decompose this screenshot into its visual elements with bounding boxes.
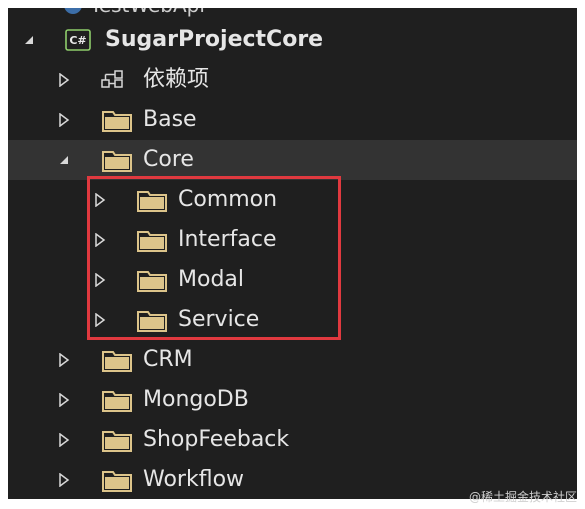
folder-icon [102, 428, 132, 452]
watermark: @稀土掘金技术社区 [468, 490, 577, 504]
collapse-arrow-icon[interactable] [19, 30, 39, 50]
tree-item-folder-core[interactable]: Core [8, 140, 577, 180]
folder-icon [137, 228, 167, 252]
tree-item-folder-base[interactable]: Base [8, 100, 577, 140]
dependencies-label: 依赖项 [143, 67, 210, 92]
web-project-icon [64, 8, 82, 14]
expand-arrow-icon[interactable] [90, 190, 110, 210]
expand-arrow-icon[interactable] [54, 430, 74, 450]
expand-arrow-icon[interactable] [54, 110, 74, 130]
folder-icon [137, 308, 167, 332]
folder-label: Workflow [143, 467, 245, 492]
expand-arrow-icon[interactable] [54, 470, 74, 490]
tree-item-folder-interface[interactable]: Interface [8, 220, 577, 260]
expand-arrow-icon[interactable] [54, 350, 74, 370]
solution-explorer-tree: TestWebApi C# SugarProjectCore [8, 8, 577, 499]
folder-label: Service [178, 307, 260, 332]
folder-label: MongoDB [143, 387, 249, 412]
tree-item-folder-shopfeeback[interactable]: ShopFeeback [8, 420, 577, 460]
tree-item-partial[interactable]: TestWebApi [64, 8, 205, 16]
folder-label: Interface [178, 227, 277, 252]
folder-label: Base [143, 107, 197, 132]
expand-arrow-icon[interactable] [90, 310, 110, 330]
expand-arrow-icon[interactable] [54, 70, 74, 90]
tree-item-dependencies[interactable]: 依赖项 [8, 60, 577, 100]
tree-item-project[interactable]: C# SugarProjectCore [8, 20, 577, 60]
tree-item-folder-mongodb[interactable]: MongoDB [8, 380, 577, 420]
folder-icon [137, 268, 167, 292]
folder-label: CRM [143, 347, 193, 372]
folder-icon [137, 188, 167, 212]
collapse-arrow-icon[interactable] [54, 150, 74, 170]
dependencies-icon [100, 69, 128, 91]
folder-icon [102, 468, 132, 492]
tree-item-label: TestWebApi [90, 8, 205, 16]
folder-icon [102, 108, 132, 132]
folder-label: ShopFeeback [143, 427, 290, 452]
folder-label: Modal [178, 267, 244, 292]
tree-item-folder-modal[interactable]: Modal [8, 260, 577, 300]
expand-arrow-icon[interactable] [90, 230, 110, 250]
expand-arrow-icon[interactable] [54, 390, 74, 410]
csharp-project-icon: C# [65, 29, 91, 51]
folder-icon [102, 148, 132, 172]
folder-label: Common [178, 187, 278, 212]
folder-icon [102, 388, 132, 412]
expand-arrow-icon[interactable] [90, 270, 110, 290]
tree-item-folder-common[interactable]: Common [8, 180, 577, 220]
tree-item-folder-service[interactable]: Service [8, 300, 577, 340]
folder-label: Core [143, 147, 194, 172]
project-label: SugarProjectCore [105, 27, 324, 52]
project-badge: C# [69, 34, 86, 47]
folder-icon [102, 348, 132, 372]
tree-item-folder-crm[interactable]: CRM [8, 340, 577, 380]
